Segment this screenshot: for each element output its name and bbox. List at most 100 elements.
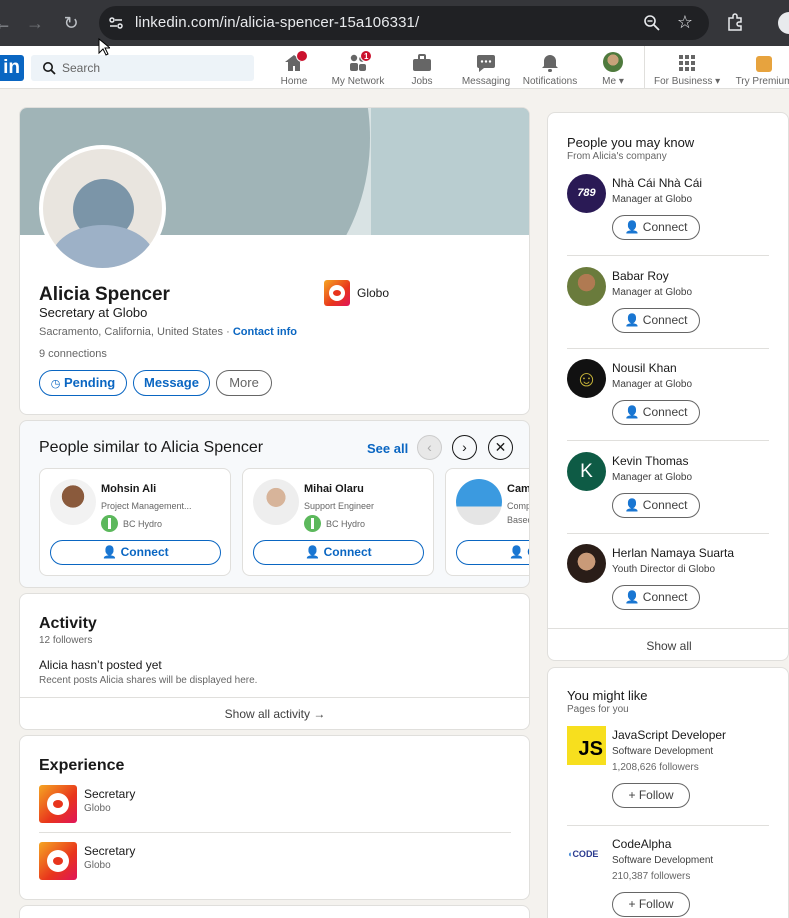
- bc-hydro-logo-icon: [304, 515, 321, 532]
- address-bar[interactable]: linkedin.com/in/alicia-spencer-15a106331…: [99, 6, 709, 40]
- me-dropdown-icon: ▾: [618, 76, 624, 87]
- carousel-prev-icon[interactable]: ‹: [417, 435, 442, 460]
- connect-button[interactable]: 👤 Connect: [612, 215, 700, 240]
- contact-info-link[interactable]: Contact info: [233, 326, 297, 338]
- nav-for-business[interactable]: For Business ▾: [654, 50, 720, 87]
- connect-button[interactable]: 👤 Connect: [612, 308, 700, 333]
- avatar[interactable]: [567, 267, 606, 306]
- globo-logo-icon: [39, 785, 77, 823]
- might-like-title: You might like: [567, 688, 648, 703]
- pymk-card: People you may know From Alicia's compan…: [547, 112, 789, 661]
- show-all-activity-button[interactable]: Show all activity →: [20, 697, 529, 729]
- add-person-icon: 👤: [624, 220, 640, 234]
- avatar[interactable]: [456, 479, 502, 525]
- pymk-person: Babar Roy Manager at Globo 👤 Connect: [567, 267, 769, 349]
- pending-button[interactable]: ◷ Pending: [39, 370, 127, 396]
- nav-notifications[interactable]: Notifications: [520, 50, 580, 87]
- extensions-icon[interactable]: [725, 12, 745, 32]
- pymk-person: ☺ Nousil Khan Manager at Globo 👤 Connect: [567, 359, 769, 441]
- experience-item[interactable]: Secretary Globo: [39, 785, 135, 823]
- forward-icon[interactable]: →: [22, 10, 48, 36]
- experience-item[interactable]: Secretary Globo: [39, 842, 135, 880]
- pymk-show-all-button[interactable]: Show all: [548, 628, 788, 660]
- profile-headline: Secretary at Globo: [39, 305, 148, 320]
- avatar[interactable]: 789: [567, 174, 606, 213]
- connect-button[interactable]: 👤 C: [456, 540, 529, 565]
- avatar[interactable]: [567, 544, 606, 583]
- add-person-icon: 👤: [509, 545, 524, 559]
- follow-button[interactable]: + Follow: [612, 783, 690, 808]
- browser-profile-icon[interactable]: [778, 12, 789, 34]
- for-business-dropdown-icon: ▾: [715, 76, 721, 87]
- site-settings-icon[interactable]: [108, 15, 124, 31]
- activity-title: Activity: [39, 615, 97, 632]
- pymk-person: K Kevin Thomas Manager at Globo 👤 Connec…: [567, 452, 769, 534]
- me-avatar: [603, 52, 623, 72]
- my-network-badge: 1: [360, 50, 373, 62]
- linkedin-logo-icon[interactable]: in: [0, 55, 24, 81]
- javascript-logo-icon[interactable]: JS: [567, 726, 606, 765]
- follow-button[interactable]: + Follow: [612, 892, 690, 917]
- avatar[interactable]: [50, 479, 96, 525]
- url-text[interactable]: linkedin.com/in/alicia-spencer-15a106331…: [135, 14, 419, 31]
- might-like-subtitle: Pages for you: [567, 704, 629, 715]
- pymk-person: 789 Nhà Cái Nhà Cái Manager at Globo 👤 C…: [567, 174, 769, 256]
- add-person-icon: 👤: [102, 545, 118, 559]
- experience-card: Experience Secretary Globo Secretary Globo: [19, 735, 530, 900]
- see-all-link[interactable]: See all: [367, 441, 408, 456]
- globo-logo-icon: [324, 280, 350, 306]
- similar-person-card[interactable]: Cam Comp Basec 👤 C: [445, 468, 529, 576]
- close-icon[interactable]: ✕: [488, 435, 513, 460]
- profile-card: Alicia Spencer Secretary at Globo Sacram…: [19, 107, 530, 415]
- nav-messaging[interactable]: Messaging: [460, 50, 512, 87]
- next-section-card: [19, 905, 530, 918]
- reload-icon[interactable]: ↻: [58, 10, 84, 36]
- connect-button[interactable]: 👤 Connect: [253, 540, 424, 565]
- nav-try-premium[interactable]: Try Premium: [734, 50, 789, 87]
- add-person-icon: 👤: [624, 313, 640, 327]
- browser-toolbar: ← → ↻ linkedin.com/in/alicia-spencer-15a…: [0, 0, 789, 46]
- profile-location-line: Sacramento, California, United States · …: [39, 326, 297, 338]
- plus-icon: +: [628, 897, 636, 911]
- add-person-icon: 👤: [624, 405, 640, 419]
- nav-jobs[interactable]: Jobs: [408, 50, 436, 87]
- connect-button[interactable]: 👤 Connect: [612, 400, 700, 425]
- jobs-icon: [413, 54, 431, 71]
- add-person-icon: 👤: [305, 545, 321, 559]
- clock-icon: ◷: [50, 378, 61, 390]
- page-suggestion: JS JavaScript Developer Software Develop…: [567, 726, 769, 826]
- search-input[interactable]: Search: [31, 55, 254, 81]
- nav-me[interactable]: Me ▾: [598, 50, 628, 87]
- zoom-icon[interactable]: [643, 14, 661, 32]
- pymk-subtitle: From Alicia's company: [567, 151, 667, 162]
- connect-button[interactable]: 👤 Connect: [612, 493, 700, 518]
- similar-person-card[interactable]: Mohsin Ali Project Management... BC Hydr…: [39, 468, 231, 576]
- more-button[interactable]: More: [216, 370, 272, 396]
- profile-company[interactable]: Globo: [324, 280, 389, 306]
- pymk-title: People you may know: [567, 135, 695, 150]
- profile-connections[interactable]: 9 connections: [39, 348, 107, 360]
- connect-button[interactable]: 👤 Connect: [612, 585, 700, 610]
- avatar[interactable]: ☺: [567, 359, 606, 398]
- divider: [39, 832, 511, 833]
- experience-title: Experience: [39, 757, 125, 774]
- activity-card: Activity 12 followers Alicia hasn’t post…: [19, 593, 530, 730]
- back-icon[interactable]: ←: [0, 10, 16, 36]
- codealpha-logo-icon[interactable]: ◖CODE: [567, 835, 606, 874]
- nav-home[interactable]: Home: [278, 50, 310, 87]
- similar-person-card[interactable]: Mihai Olaru Support Engineer BC Hydro 👤 …: [242, 468, 434, 576]
- avatar[interactable]: K: [567, 452, 606, 491]
- avatar[interactable]: [253, 479, 299, 525]
- nav-my-network[interactable]: 1 My Network: [330, 50, 386, 87]
- profile-avatar[interactable]: [39, 145, 166, 272]
- bc-hydro-logo-icon: [101, 515, 118, 532]
- connect-button[interactable]: 👤 Connect: [50, 540, 221, 565]
- activity-empty-title: Alicia hasn’t posted yet: [39, 658, 162, 672]
- mouse-cursor-icon: [98, 38, 110, 56]
- globo-logo-icon: [39, 842, 77, 880]
- carousel-next-icon[interactable]: ›: [452, 435, 477, 460]
- message-button[interactable]: Message: [133, 370, 210, 396]
- bookmark-star-icon[interactable]: ☆: [677, 12, 693, 33]
- similar-title: People similar to Alicia Spencer: [39, 439, 264, 456]
- add-person-icon: 👤: [624, 498, 640, 512]
